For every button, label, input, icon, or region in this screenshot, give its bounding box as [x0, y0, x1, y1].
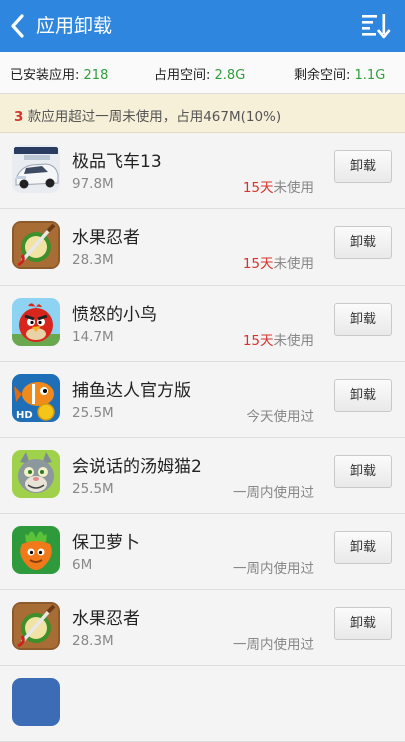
unused-days: 15天	[242, 180, 274, 196]
app-row[interactable]: 会说话的汤姆猫2 25.5M 一周内使用过 卸载	[0, 438, 405, 514]
free-value: 1.1G	[354, 68, 386, 83]
app-name: 会说话的汤姆猫2	[72, 457, 202, 477]
uninstall-button[interactable]: 卸载	[334, 226, 392, 259]
app-row[interactable]: 极品飞车13 97.8M 15天未使用 卸载	[0, 133, 405, 209]
installed-value: 218	[83, 68, 109, 83]
app-name: 捕鱼达人官方版	[72, 381, 191, 401]
usage-status: 一周内使用过	[233, 637, 314, 653]
app-size: 6M	[72, 557, 93, 573]
fish-icon: HD	[12, 374, 60, 422]
app-usage: 一周内使用过	[233, 481, 314, 501]
notice-text: 款应用超过一周未使用，占用467M(10%)	[23, 109, 282, 125]
app-row[interactable]: 保卫萝卜 6M 一周内使用过 卸载	[0, 514, 405, 590]
tom-cat-icon	[12, 450, 60, 498]
app-usage: 15天未使用	[243, 176, 314, 196]
usage-status: 未使用	[273, 180, 315, 196]
carrot-icon	[12, 526, 60, 574]
app-size: 97.8M	[72, 176, 114, 192]
app-usage: 一周内使用过	[233, 633, 314, 653]
used-space: 占用空间: 2.8G	[154, 64, 245, 83]
usage-status: 一周内使用过	[233, 561, 314, 577]
used-label: 占用空间:	[154, 68, 211, 83]
storage-stats-bar: 已安装应用: 218 占用空间: 2.8G 剩余空间: 1.1G	[0, 52, 405, 94]
installed-label: 已安装应用:	[10, 68, 80, 83]
uninstall-button[interactable]: 卸载	[334, 455, 392, 488]
uninstall-button[interactable]: 卸载	[334, 379, 392, 412]
free-space: 剩余空间: 1.1G	[294, 64, 385, 83]
app-size: 28.3M	[72, 252, 114, 268]
used-value: 2.8G	[214, 68, 246, 83]
installed-count: 已安装应用: 218	[10, 64, 108, 83]
angry-bird-icon	[12, 298, 60, 346]
uninstall-button[interactable]: 卸载	[334, 150, 392, 183]
unused-days: 15天	[242, 256, 274, 272]
uninstall-button[interactable]: 卸载	[334, 607, 392, 640]
app-name: 保卫萝卜	[72, 533, 140, 553]
app-size: 25.5M	[72, 405, 114, 421]
unused-apps-notice[interactable]: 3 款应用超过一周未使用，占用467M(10%)	[0, 94, 405, 133]
svg-text:HD: HD	[16, 410, 33, 421]
app-usage: 今天使用过	[247, 405, 315, 425]
free-label: 剩余空间:	[294, 68, 351, 83]
sort-descending-icon[interactable]	[361, 13, 391, 39]
app-icon	[12, 678, 60, 726]
app-size: 14.7M	[72, 329, 114, 345]
page-title: 应用卸载	[36, 15, 113, 37]
usage-status: 今天使用过	[246, 409, 315, 425]
app-name: 愤怒的小鸟	[72, 305, 157, 325]
fruit-ninja-icon	[12, 602, 60, 650]
app-row[interactable]: 愤怒的小鸟 14.7M 15天未使用 卸载	[0, 286, 405, 362]
usage-status: 未使用	[273, 333, 315, 349]
app-usage: 15天未使用	[243, 252, 314, 272]
app-size: 25.5M	[72, 481, 114, 497]
usage-status: 未使用	[273, 256, 315, 272]
fruit-ninja-icon	[12, 221, 60, 269]
app-name: 水果忍者	[72, 228, 140, 248]
app-name: 水果忍者	[72, 609, 140, 629]
usage-status: 一周内使用过	[233, 485, 314, 501]
app-list: 极品飞车13 97.8M 15天未使用 卸载 水果忍者 28.3M 15天未使用…	[0, 133, 405, 742]
title-bar: 应用卸载	[0, 0, 405, 52]
app-row[interactable]: 水果忍者 28.3M 15天未使用 卸载	[0, 209, 405, 286]
app-name: 极品飞车13	[72, 152, 162, 172]
uninstall-button[interactable]: 卸载	[334, 531, 392, 564]
unused-count: 3	[14, 109, 24, 125]
uninstall-button[interactable]: 卸载	[334, 303, 392, 336]
race-car-icon	[12, 145, 60, 193]
app-size: 28.3M	[72, 633, 114, 649]
app-row[interactable]	[0, 666, 405, 742]
app-row[interactable]: 水果忍者 28.3M 一周内使用过 卸载	[0, 590, 405, 666]
app-usage: 一周内使用过	[233, 557, 314, 577]
back-arrow-icon[interactable]	[8, 12, 28, 40]
app-usage: 15天未使用	[243, 329, 314, 349]
app-row[interactable]: HD 捕鱼达人官方版 25.5M 今天使用过 卸载	[0, 362, 405, 438]
unused-days: 15天	[242, 333, 274, 349]
